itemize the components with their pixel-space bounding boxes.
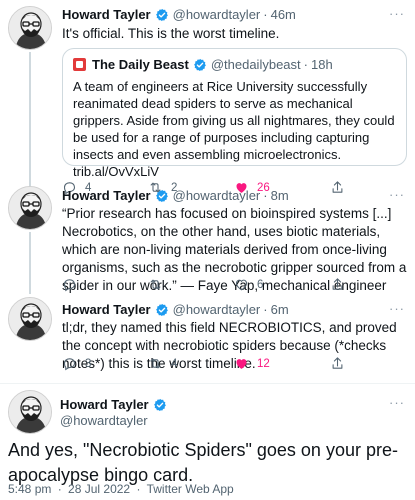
retweet-icon [148, 277, 163, 292]
tweet-header: Howard Tayler @howardtayler · 8m [62, 188, 289, 203]
tweet-header: Howard Tayler @howardtayler · 6m [62, 302, 289, 317]
tweet-header: Howard Tayler @howardtayler · 46m [62, 7, 296, 22]
reply-count: 3 [85, 357, 92, 370]
tweet-meta: 5:48 pm · 28 Jul 2022 · Twitter Web App [8, 482, 234, 496]
heart-icon [234, 356, 249, 371]
separator: · [303, 57, 308, 72]
separator: · [263, 302, 268, 317]
author-handle[interactable]: @howardtayler [173, 302, 261, 317]
quote-author-handle: @thedailybeast [210, 57, 301, 72]
main-author-name-row: Howard Tayler [60, 397, 171, 412]
like-count: 12 [257, 357, 270, 370]
tweet-date[interactable]: 28 Jul 2022 [68, 482, 130, 496]
share-button[interactable] [330, 356, 353, 371]
quote-author-name: The Daily Beast [92, 57, 189, 72]
reply-button[interactable] [62, 277, 85, 292]
tweet-text: It's official. This is the worst timelin… [62, 26, 280, 41]
separator: · [136, 482, 141, 496]
author-name[interactable]: Howard Tayler [62, 7, 151, 22]
quote-text: A team of engineers at Rice University s… [73, 79, 395, 179]
reply-button[interactable]: 3 [62, 356, 91, 371]
heart-outline-icon [234, 277, 249, 292]
verified-icon [155, 189, 169, 203]
more-options-icon[interactable]: ··· [389, 301, 405, 316]
author-handle[interactable]: @howardtayler [173, 188, 261, 203]
author-handle[interactable]: @howardtayler [60, 413, 148, 428]
like-count: 6 [257, 278, 264, 291]
tweet-time[interactable]: 46m [271, 7, 296, 22]
retweet-button[interactable] [148, 277, 171, 292]
avatar[interactable] [8, 390, 52, 434]
tweet-actions: 3 4 12 [62, 356, 407, 374]
share-button[interactable] [330, 277, 353, 292]
author-handle[interactable]: @howardtayler [173, 7, 261, 22]
retweet-icon [148, 356, 163, 371]
tweet-time[interactable]: 8m [271, 188, 289, 203]
separator: · [263, 188, 268, 203]
main-author-handle-row: @howardtayler [60, 413, 148, 428]
share-icon [330, 180, 345, 195]
reply-icon [62, 356, 77, 371]
tweet-source-app: Twitter Web App [146, 482, 234, 496]
retweet-button[interactable]: 4 [148, 356, 177, 371]
avatar[interactable] [8, 297, 52, 341]
more-options-icon[interactable]: ··· [389, 395, 405, 410]
quote-header: The Daily Beast @thedailybeast · 18h [73, 57, 396, 72]
author-name[interactable]: Howard Tayler [60, 397, 149, 412]
daily-beast-logo-icon [73, 58, 86, 71]
quote-time: 18h [310, 57, 333, 72]
more-options-icon[interactable]: ··· [389, 6, 405, 21]
verified-icon [155, 303, 169, 317]
verified-icon [155, 8, 169, 22]
verified-icon [153, 398, 167, 412]
share-icon [330, 277, 345, 292]
tweet-time[interactable]: 6m [271, 302, 289, 317]
avatar[interactable] [8, 186, 52, 230]
like-button[interactable]: 12 [234, 356, 270, 371]
avatar[interactable] [8, 6, 52, 50]
main-tweet-text: And yes, "Necrobiotic Spiders" goes on y… [8, 440, 398, 485]
like-button[interactable]: 6 [234, 277, 263, 292]
thread-line [29, 52, 31, 180]
author-name[interactable]: Howard Tayler [62, 302, 151, 317]
tweet-time[interactable]: 5:48 pm [8, 482, 51, 496]
divider [0, 383, 415, 384]
author-name[interactable]: Howard Tayler [62, 188, 151, 203]
retweet-count: 4 [171, 357, 178, 370]
verified-icon [193, 58, 207, 72]
thread-line [29, 232, 31, 294]
separator: · [57, 482, 62, 496]
separator: · [263, 7, 268, 22]
more-options-icon[interactable]: ··· [389, 187, 405, 202]
tweet-actions: 6 [62, 277, 407, 295]
share-button[interactable] [330, 180, 353, 195]
reply-icon [62, 277, 77, 292]
quote-tweet[interactable]: The Daily Beast @thedailybeast · 18h A t… [62, 48, 407, 179]
share-icon [330, 356, 345, 371]
